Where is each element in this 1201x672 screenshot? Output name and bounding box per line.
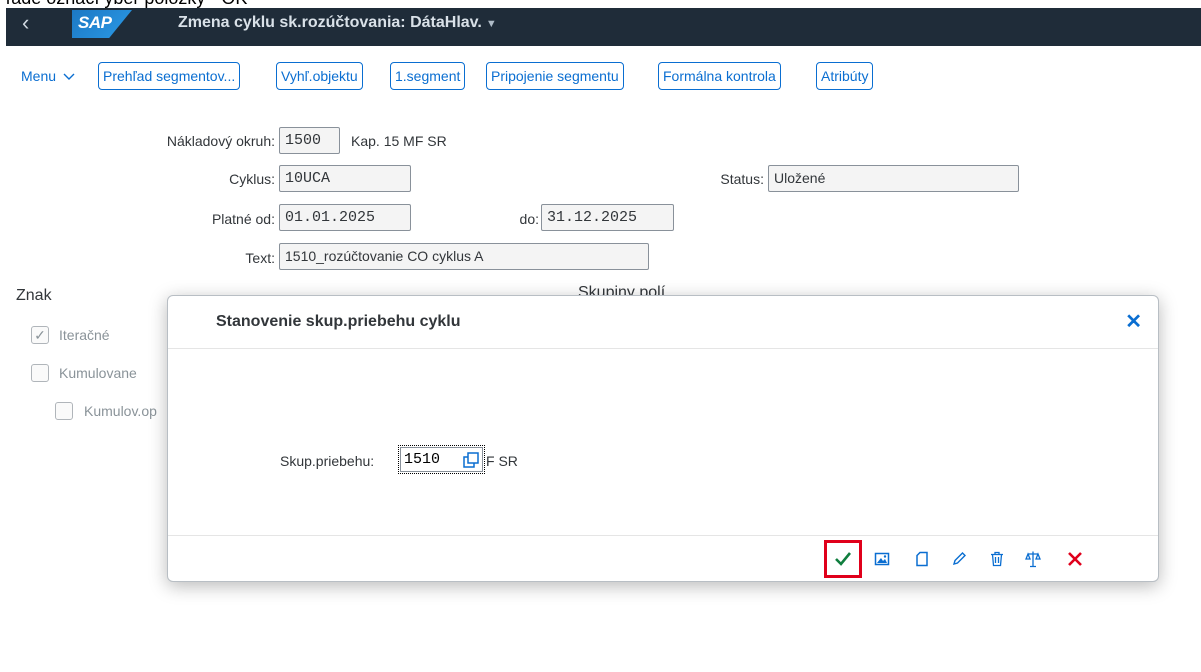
controlling-area-label: Nákladový okruh: — [166, 133, 275, 149]
edit-button[interactable] — [946, 546, 972, 572]
status-field[interactable]: Uložené — [768, 165, 1019, 192]
close-icon[interactable]: ✕ — [1125, 309, 1142, 334]
dialog-title: Stanovenie skup.priebehu cyklu — [216, 313, 461, 330]
chevron-down-icon: ▼ — [485, 18, 497, 30]
cycle-run-group-dialog: Stanovenie skup.priebehu cyklu ✕ Skup.pr… — [167, 295, 1159, 582]
cancel-icon — [1068, 552, 1082, 566]
app-title[interactable]: Zmena cyklu sk.rozúčtovania: DátaHlav. ▼ — [178, 14, 497, 32]
controlling-area-field[interactable]: 1500 — [279, 127, 340, 154]
new-document-button[interactable] — [909, 546, 935, 572]
chevron-down-icon — [63, 73, 75, 80]
dialog-header-divider — [168, 348, 1158, 349]
toolbar: Menu Prehľad segmentov... Vyhľ.objektu 1… — [6, 46, 1201, 106]
segment-overview-button[interactable]: Prehľad segmentov... — [98, 62, 241, 90]
confirm-icon — [835, 552, 852, 566]
sap-logo: SAP — [72, 10, 132, 38]
attach-segment-button[interactable]: Pripojenie segmentu — [486, 62, 624, 90]
valid-from-field[interactable]: 01.01.2025 — [279, 204, 411, 231]
valid-from-label: Platné od: — [211, 211, 275, 227]
value-help-icon[interactable] — [461, 450, 481, 470]
app-title-text: Zmena cyklu sk.rozúčtovania: DátaHlav. — [178, 14, 482, 31]
znak-section-title: Znak — [16, 287, 52, 304]
controlling-area-description: Kap. 15 MF SR — [351, 133, 447, 149]
iterative-checkbox[interactable]: ✓ — [31, 326, 49, 344]
image-button[interactable] — [869, 546, 895, 572]
cumulative-op-checkbox[interactable] — [55, 402, 73, 420]
new-document-icon — [916, 551, 928, 567]
text-label: Text: — [245, 250, 275, 266]
cycle-field[interactable]: 10UCA — [279, 165, 411, 192]
cycle-label: Cyklus: — [229, 171, 275, 187]
first-segment-button[interactable]: 1.segment — [390, 62, 466, 90]
compare-icon — [1025, 551, 1041, 568]
instruction-caption: ľade označí ýber položky - OK — [0, 0, 1201, 8]
iterative-label: Iteračné — [59, 327, 110, 343]
text-field[interactable]: 1510_rozúčtovanie CO cyklus A — [279, 243, 649, 270]
delete-button[interactable] — [984, 546, 1010, 572]
run-group-description: F SR — [486, 453, 518, 469]
find-object-button[interactable]: Vyhľ.objektu — [276, 62, 363, 90]
valid-to-label: do: — [519, 211, 539, 227]
shell-bar: ‹ SAP Zmena cyklu sk.rozúčtovania: DátaH… — [6, 8, 1201, 46]
menu-button[interactable]: Menu — [21, 68, 75, 84]
status-label: Status: — [720, 171, 764, 187]
compare-button[interactable] — [1020, 546, 1046, 572]
back-icon[interactable]: ‹ — [22, 12, 29, 34]
cumulative-label: Kumulovane — [59, 365, 137, 381]
cumulative-checkbox[interactable] — [31, 364, 49, 382]
run-group-label: Skup.priebehu: — [280, 453, 375, 469]
attributes-button[interactable]: Atribúty — [816, 62, 874, 90]
menu-label: Menu — [21, 68, 57, 84]
instruction-caption-text: ľade označí ýber položky - OK — [6, 0, 247, 8]
cancel-button[interactable] — [1062, 546, 1088, 572]
trash-icon — [991, 551, 1003, 567]
edit-pencil-icon — [952, 552, 966, 566]
cumulative-op-label: Kumulov.op — [84, 403, 157, 419]
confirm-button[interactable] — [824, 540, 862, 578]
image-icon — [874, 552, 890, 566]
formal-check-button[interactable]: Formálna kontrola — [658, 62, 781, 90]
dialog-footer-divider — [168, 535, 1158, 536]
valid-to-field[interactable]: 31.12.2025 — [541, 204, 674, 231]
